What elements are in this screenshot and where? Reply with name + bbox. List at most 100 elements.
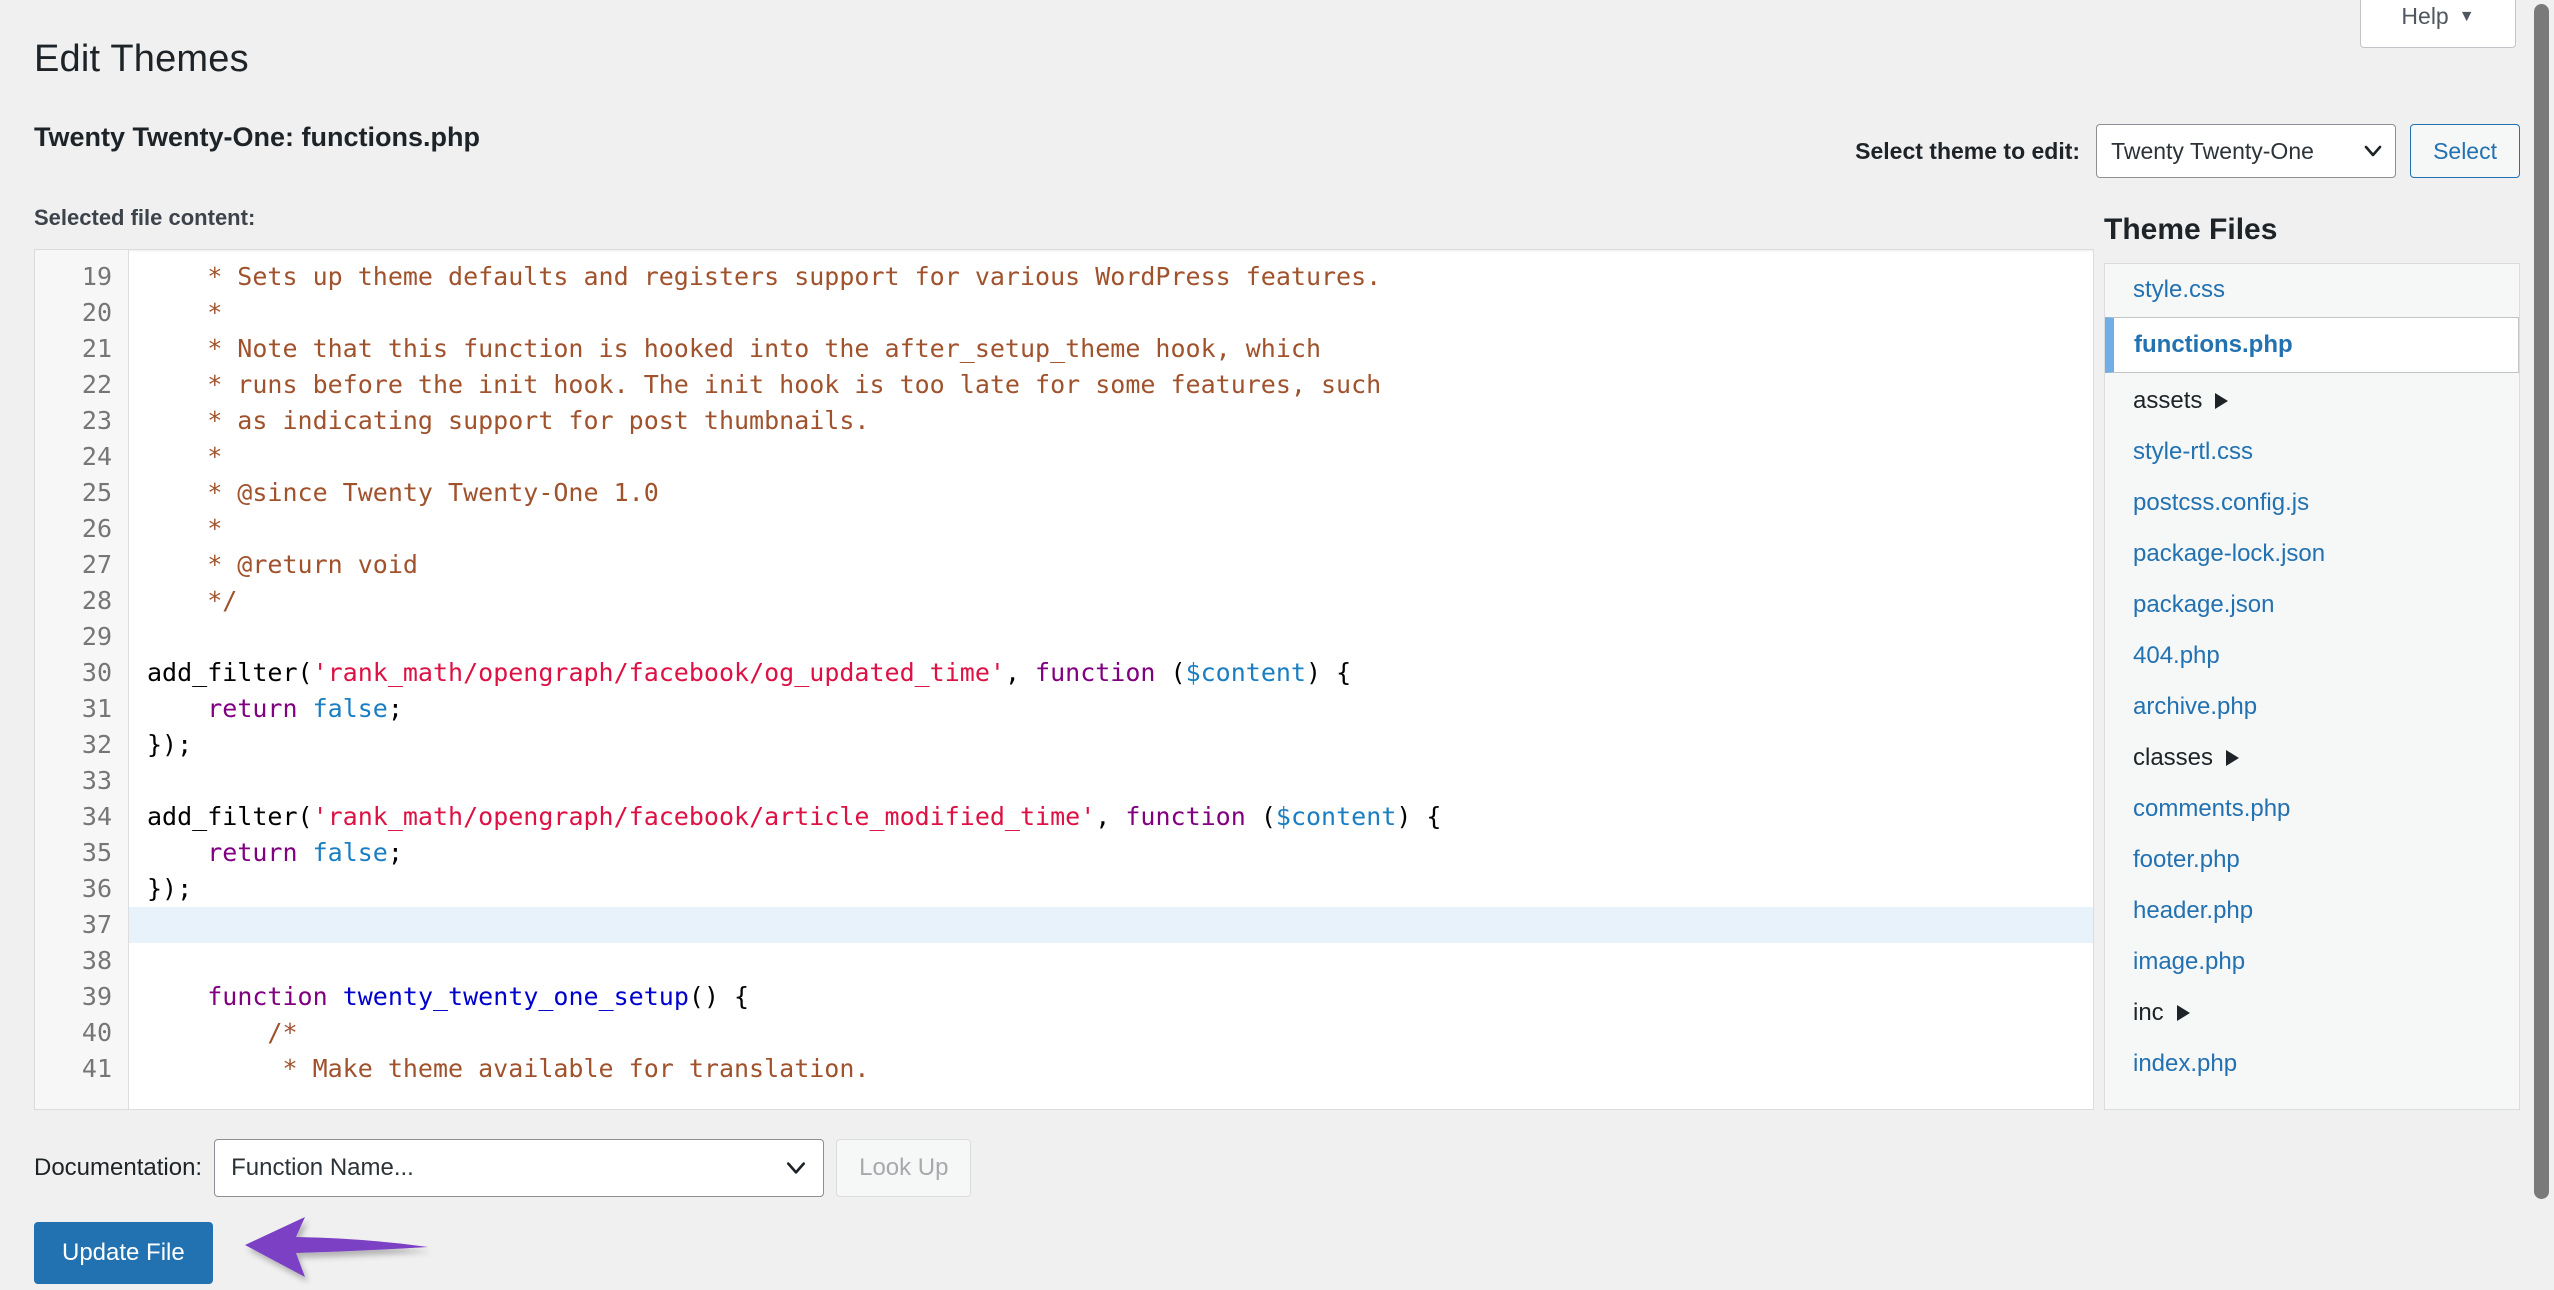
page-title: Edit Themes <box>34 38 249 80</box>
code-line[interactable]: * <box>129 439 2093 475</box>
theme-file-label: assets <box>2133 386 2203 414</box>
theme-file-item[interactable]: package.json <box>2105 579 2519 630</box>
code-line[interactable]: return false; <box>129 835 2093 871</box>
documentation-select[interactable]: Function Name... <box>214 1139 825 1197</box>
theme-file-label: package-lock.json <box>2133 539 2326 567</box>
update-file-button[interactable]: Update File <box>34 1222 213 1284</box>
select-theme-button[interactable]: Select <box>2410 124 2520 178</box>
code-token: * @since Twenty Twenty-One 1.0 <box>147 478 659 507</box>
theme-file-item[interactable]: image.php <box>2105 936 2519 987</box>
select-theme-label: Select theme to edit: <box>1855 137 2081 164</box>
theme-file-label: inc <box>2133 998 2164 1026</box>
theme-folder-item[interactable]: classes <box>2105 732 2519 783</box>
code-area[interactable]: 19 20 21 22 23 24 25 26 27 28 29 30 31 32 33 34 35 36 37 38… <box>35 250 2093 1109</box>
look-up-button[interactable]: Look Up <box>836 1139 972 1197</box>
line-number: 41 <box>81 1054 112 1083</box>
documentation-label: Documentation: <box>34 1154 203 1181</box>
code-line[interactable]: return false; <box>129 691 2093 727</box>
theme-folder-item[interactable]: inc <box>2105 987 2519 1038</box>
code-token: add_filter <box>147 658 298 687</box>
code-line[interactable] <box>129 763 2093 799</box>
code-line[interactable]: }); <box>129 727 2093 763</box>
theme-file-item[interactable]: style.css <box>2105 264 2519 315</box>
code-token: * runs before the init hook. The init ho… <box>147 370 1382 399</box>
theme-file-item[interactable]: header.php <box>2105 885 2519 936</box>
code-line[interactable]: * Sets up theme defaults and registers s… <box>129 259 2093 295</box>
code-editor[interactable]: 19 20 21 22 23 24 25 26 27 28 29 30 31 32 33 34 35 36 37 38… <box>34 249 2094 1110</box>
chevron-down-icon <box>2364 145 2382 157</box>
code-token: ; <box>387 838 403 867</box>
theme-file-label: footer.php <box>2133 845 2240 873</box>
code-line[interactable]: /* <box>129 1015 2093 1051</box>
select-theme-row: Select theme to edit: Twenty Twenty-One … <box>1855 124 2520 178</box>
chevron-down-icon: ▼ <box>2458 7 2475 25</box>
code-line[interactable]: * @since Twenty Twenty-One 1.0 <box>129 475 2093 511</box>
documentation-select-value: Function Name... <box>231 1154 414 1181</box>
code-token: add_filter <box>147 802 298 831</box>
theme-files-list[interactable]: style.css functions.php assets style-rtl.cs… <box>2104 263 2520 1110</box>
code-line[interactable]: add_filter('rank_math/opengraph/facebook… <box>129 655 2093 691</box>
theme-file-item[interactable]: footer.php <box>2105 834 2519 885</box>
line-number: 29 <box>81 622 112 651</box>
theme-file-item[interactable]: style-rtl.css <box>2105 426 2519 477</box>
code-line[interactable]: * Make theme available for translation. <box>129 1051 2093 1087</box>
page-scrollbar[interactable] <box>2528 0 2554 1290</box>
code-line[interactable]: * Note that this function is hooked into… <box>129 331 2093 367</box>
code-token: $content <box>1185 658 1306 687</box>
theme-file-label: classes <box>2133 743 2214 771</box>
code-line[interactable]: }); <box>129 871 2093 907</box>
line-number: 28 <box>81 586 112 615</box>
code-token: function <box>1125 802 1246 831</box>
code-line[interactable] <box>129 907 2093 943</box>
line-number: 26 <box>81 514 112 543</box>
code-token: , <box>1095 802 1126 831</box>
code-line[interactable]: * as indicating support for post thumbna… <box>129 403 2093 439</box>
theme-file-label: header.php <box>2133 896 2254 924</box>
code-line[interactable] <box>129 943 2093 979</box>
page-scrollbar-thumb[interactable] <box>2534 4 2549 1199</box>
code-token: () { <box>688 982 750 1011</box>
theme-select-dropdown[interactable]: Twenty Twenty-One <box>2096 124 2397 178</box>
line-number: 31 <box>81 694 112 723</box>
theme-file-item[interactable]: 404.php <box>2105 630 2519 681</box>
theme-folder-item[interactable]: assets <box>2105 375 2519 426</box>
theme-editor-page: Help ▼ Edit Themes Twenty Twenty-One: fu… <box>0 0 2554 1290</box>
theme-file-item[interactable]: postcss.config.js <box>2105 477 2519 528</box>
theme-file-label: archive.php <box>2133 692 2258 720</box>
code-line[interactable]: add_filter('rank_math/opengraph/facebook… <box>129 799 2093 835</box>
line-number: 21 <box>81 334 112 363</box>
help-button[interactable]: Help ▼ <box>2360 0 2516 48</box>
help-button-label: Help <box>2401 3 2449 29</box>
code-token: return <box>207 838 298 867</box>
code-token: * Make theme available for translation. <box>147 1054 870 1083</box>
line-number: 40 <box>81 1018 112 1047</box>
code-lines[interactable]: * Sets up theme defaults and registers s… <box>129 250 2093 1109</box>
line-number: 33 <box>81 766 112 795</box>
code-line[interactable]: * <box>129 511 2093 547</box>
code-token: * Sets up theme defaults and registers s… <box>147 262 1382 291</box>
line-number: 32 <box>81 730 112 759</box>
theme-file-item[interactable]: package-lock.json <box>2105 528 2519 579</box>
line-number: 22 <box>81 370 112 399</box>
line-number: 23 <box>81 406 112 435</box>
theme-file-item[interactable]: comments.php <box>2105 783 2519 834</box>
code-line[interactable]: * @return void <box>129 547 2093 583</box>
theme-file-label: 404.php <box>2133 641 2220 669</box>
theme-file-label: style-rtl.css <box>2133 437 2253 465</box>
code-line[interactable]: * <box>129 295 2093 331</box>
theme-file-item[interactable]: functions.php <box>2105 317 2519 373</box>
theme-file-label: comments.php <box>2133 794 2291 822</box>
code-line[interactable] <box>129 619 2093 655</box>
current-theme-file-heading: Twenty Twenty-One: functions.php <box>34 122 480 152</box>
line-number: 19 <box>81 262 112 291</box>
theme-file-item[interactable]: index.php <box>2105 1038 2519 1089</box>
code-line[interactable]: function twenty_twenty_one_setup() { <box>129 979 2093 1015</box>
code-line[interactable]: * runs before the init hook. The init ho… <box>129 367 2093 403</box>
code-line[interactable]: */ <box>129 583 2093 619</box>
line-number: 34 <box>81 802 112 831</box>
theme-file-item[interactable]: archive.php <box>2105 681 2519 732</box>
code-token: }); <box>147 730 193 759</box>
